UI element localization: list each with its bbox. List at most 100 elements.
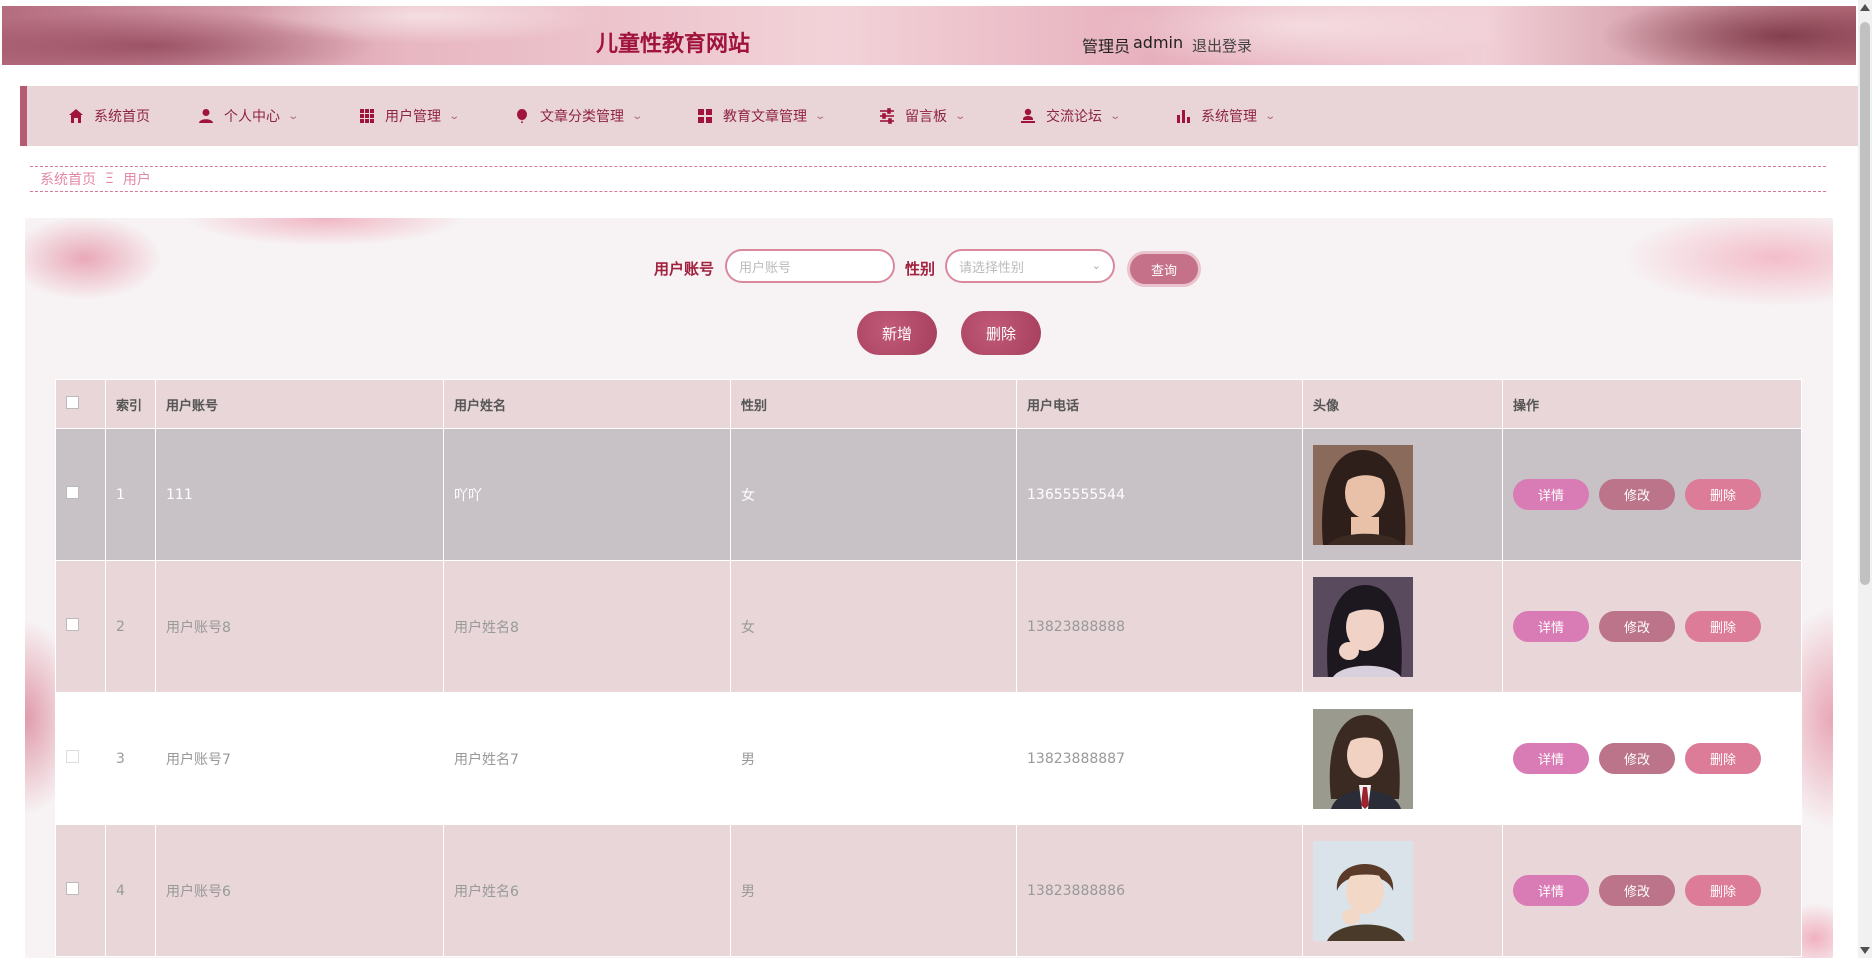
chevron-down-icon: ⌄: [814, 110, 827, 122]
page-scrollbar[interactable]: [1858, 0, 1872, 958]
cell-avatar: [1302, 692, 1503, 825]
table-row[interactable]: 1 111 吖吖 女 13655555544 详情 修改 删除: [55, 428, 1802, 561]
edit-button[interactable]: 修改: [1599, 875, 1675, 906]
column-header-actions: 操作: [1502, 379, 1802, 429]
column-header-account: 用户账号: [155, 379, 444, 429]
column-header-name: 用户姓名: [443, 379, 731, 429]
nav-item-article-category[interactable]: 文章分类管理 ⌄: [514, 86, 644, 146]
cell-avatar: [1302, 560, 1503, 693]
cell-actions: 详情 修改 删除: [1502, 692, 1802, 825]
nav-item-education-articles[interactable]: 教育文章管理 ⌄: [697, 86, 827, 146]
cell-account: 用户账号6: [155, 824, 444, 957]
batch-delete-button[interactable]: 删除: [961, 311, 1041, 355]
cell-gender: 女: [730, 560, 1017, 693]
gender-search-label: 性别: [905, 260, 936, 278]
select-all-checkbox[interactable]: [66, 395, 79, 409]
scroll-up-arrow-icon[interactable]: [1860, 4, 1870, 11]
gender-select-placeholder: 请选择性别: [959, 260, 1025, 276]
row-select-cell: [55, 692, 106, 825]
admin-username: admin: [1133, 33, 1184, 52]
account-search-label: 用户账号: [654, 260, 715, 278]
admin-role-label: 管理员: [1082, 37, 1131, 56]
balloon-icon: [517, 109, 527, 123]
nav-item-label: 系统管理: [1201, 109, 1257, 125]
apps-icon: [698, 109, 712, 123]
cell-name: 用户姓名8: [443, 560, 731, 693]
cell-actions: 详情 修改 删除: [1502, 560, 1802, 693]
column-header-phone: 用户电话: [1016, 379, 1303, 429]
row-checkbox[interactable]: [66, 750, 79, 763]
avatar-image: [1313, 576, 1413, 677]
chevron-down-icon: ⌄: [1264, 110, 1277, 122]
cell-name: 吖吖: [443, 428, 731, 561]
cell-gender: 女: [730, 428, 1017, 561]
row-checkbox[interactable]: [66, 882, 79, 895]
user-table: 索引 用户账号 用户姓名 性别 用户电话 头像 操作 1 111 吖吖 女 13…: [55, 379, 1802, 957]
query-button[interactable]: 查询: [1127, 251, 1201, 287]
table-row[interactable]: 3 用户账号7 用户姓名7 男 13823888887 详情 修改 删除: [55, 692, 1802, 825]
row-select-cell: [55, 824, 106, 957]
person-icon: [199, 109, 213, 123]
row-checkbox[interactable]: [66, 486, 79, 499]
add-button[interactable]: 新增: [857, 311, 937, 355]
nav-item-label: 交流论坛: [1046, 109, 1102, 125]
scroll-down-arrow-icon[interactable]: [1860, 947, 1870, 954]
gender-select[interactable]: 请选择性别 ⌄: [945, 249, 1115, 283]
nav-item-forum[interactable]: 交流论坛 ⌄: [1020, 86, 1122, 146]
chevron-down-icon: ⌄: [1091, 259, 1101, 272]
edit-button[interactable]: 修改: [1599, 479, 1675, 510]
chevron-down-icon: ⌄: [1109, 110, 1122, 122]
grid-icon: [360, 109, 374, 123]
detail-button[interactable]: 详情: [1513, 743, 1589, 774]
cell-name: 用户姓名7: [443, 692, 731, 825]
chevron-down-icon: ⌄: [448, 110, 461, 122]
table-header-row: 索引 用户账号 用户姓名 性别 用户电话 头像 操作: [55, 379, 1802, 429]
cell-phone: 13823888888: [1016, 560, 1303, 693]
chevron-down-icon: ⌄: [954, 110, 967, 122]
row-select-cell: [55, 560, 106, 693]
edit-button[interactable]: 修改: [1599, 611, 1675, 642]
nav-item-system-management[interactable]: 系统管理 ⌄: [1175, 86, 1277, 146]
main-nav: 系统首页 个人中心 ⌄ 用户管理 ⌄ 文章分类管理 ⌄ 教育文章管理 ⌄ 留言板…: [20, 86, 1863, 146]
avatar-image: [1313, 708, 1413, 809]
delete-button[interactable]: 删除: [1685, 479, 1761, 510]
delete-button[interactable]: 删除: [1685, 875, 1761, 906]
breadcrumb-home-link[interactable]: 系统首页: [40, 169, 96, 189]
detail-button[interactable]: 详情: [1513, 479, 1589, 510]
nav-item-label: 用户管理: [385, 109, 441, 125]
bar-chart-icon: [1177, 110, 1190, 123]
cell-avatar: [1302, 824, 1503, 957]
delete-button[interactable]: 删除: [1685, 611, 1761, 642]
account-search-input[interactable]: 用户账号: [725, 249, 895, 283]
column-header-gender: 性别: [730, 379, 1017, 429]
edit-button[interactable]: 修改: [1599, 743, 1675, 774]
select-all-cell: [55, 379, 106, 429]
cell-account: 111: [155, 428, 444, 561]
chevron-down-icon: ⌄: [287, 110, 300, 122]
column-header-index: 索引: [105, 379, 156, 429]
chevron-down-icon: ⌄: [631, 110, 644, 122]
table-row[interactable]: 2 用户账号8 用户姓名8 女 13823888888 详情 修改 删除: [55, 560, 1802, 693]
detail-button[interactable]: 详情: [1513, 611, 1589, 642]
detail-button[interactable]: 详情: [1513, 875, 1589, 906]
table-row[interactable]: 4 用户账号6 用户姓名6 男 13823888886 详情 修改 删除: [55, 824, 1802, 957]
scroll-thumb[interactable]: [1860, 22, 1870, 585]
breadcrumb: 系统首页 Ξ 用户: [30, 166, 1826, 192]
nav-item-label: 系统首页: [94, 109, 150, 125]
avatar-image: [1313, 444, 1413, 545]
cell-avatar: [1302, 428, 1503, 561]
header-banner: 儿童性教育网站 管理员 admin 退出登录: [2, 6, 1856, 65]
cell-name: 用户姓名6: [443, 824, 731, 957]
nav-item-personal-center[interactable]: 个人中心 ⌄: [198, 86, 300, 146]
logout-link[interactable]: 退出登录: [1192, 35, 1252, 56]
cell-index: 1: [105, 428, 156, 561]
cell-account: 用户账号7: [155, 692, 444, 825]
nav-item-home[interactable]: 系统首页: [68, 86, 150, 146]
nav-item-user-management[interactable]: 用户管理 ⌄: [359, 86, 461, 146]
row-checkbox[interactable]: [66, 618, 79, 631]
nav-item-label: 文章分类管理: [540, 109, 624, 125]
cell-phone: 13823888887: [1016, 692, 1303, 825]
nav-item-message-board[interactable]: 留言板 ⌄: [879, 86, 967, 146]
site-title: 儿童性教育网站: [596, 32, 751, 57]
delete-button[interactable]: 删除: [1685, 743, 1761, 774]
